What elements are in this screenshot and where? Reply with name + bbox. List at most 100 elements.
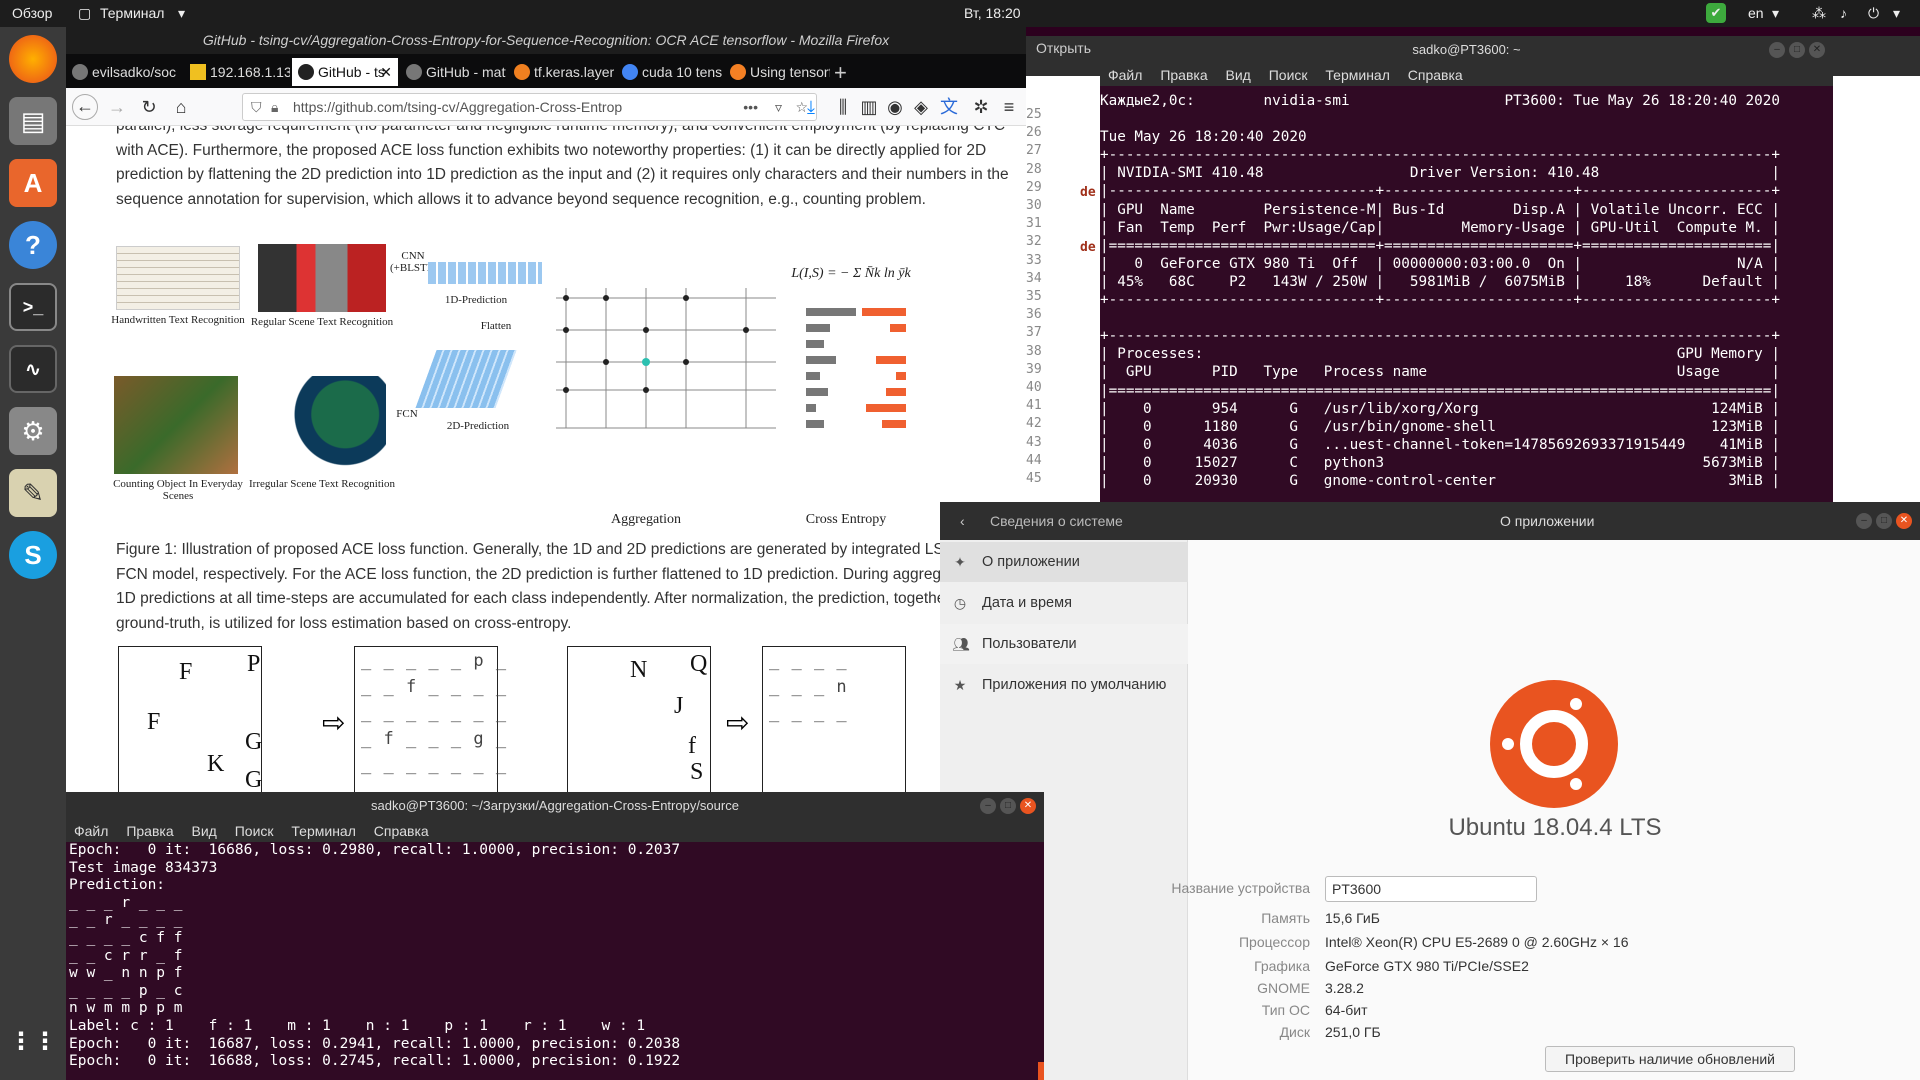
firefox-icon[interactable] [9,35,57,83]
info-label: Память [1261,910,1310,926]
language-indicator[interactable]: en [1748,5,1764,21]
chevron-down-icon[interactable]: ▾ [1893,5,1900,22]
pred-1d-bars [428,262,542,284]
sidebar-item-datetime[interactable]: ◷ Дата и время [940,583,1188,623]
menu-icon[interactable]: ≡ [998,96,1020,118]
page-actions-icon[interactable]: ••• [743,94,758,120]
update-icon[interactable]: ✔ [1706,3,1726,23]
tab-item[interactable]: GitHub - matt [400,58,506,86]
terminal-output[interactable]: Epoch: 0 it: 16686, loss: 0.2980, recall… [69,842,680,1071]
menu-search[interactable]: Поиск [235,820,274,842]
library-icon[interactable]: ⫼ [832,96,854,118]
extension-icon[interactable]: ◈ [910,96,932,118]
account-icon[interactable]: ◉ [884,96,906,118]
reload-icon[interactable]: ↻ [138,96,160,118]
menu-edit[interactable]: Правка [126,820,173,842]
terminal-output[interactable]: Каждые2,0с: nvidia-smi PT3600: Tue May 2… [1100,92,1780,490]
terminal-icon[interactable]: >_ [9,283,57,331]
window-title: sadko@PT3600: ~ [1100,36,1833,64]
navigation-bar: ← → ↻ ⌂ ⛉ 🔒︎ https://github.com/tsing-cv… [66,88,1026,126]
line-number: 42 [1026,416,1042,432]
sidebar-item-users[interactable]: 👥︎ Пользователи [940,624,1188,664]
show-apps-icon[interactable]: ⋮⋮ [9,1017,57,1065]
lock-icon[interactable]: 🔒︎ [271,94,278,120]
app-menu[interactable]: Терминал [100,5,164,21]
menu-file[interactable]: Файл [1108,64,1142,86]
maximize-icon[interactable]: □ [1876,513,1892,529]
url-bar[interactable]: ⛉ 🔒︎ https://github.com/tsing-cv/Aggrega… [242,93,817,121]
terminal-line: | 0 4036 G ...uest-channel-token=1478569… [1100,436,1780,453]
volume-icon[interactable]: ♪ [1840,5,1847,21]
back-icon[interactable]: ← [72,94,98,120]
menu-bar: Файл Правка Вид Поиск Терминал Справка [66,820,1044,842]
tab-item-active[interactable]: GitHub - ts ✕ [292,58,398,86]
menu-terminal[interactable]: Терминал [1325,64,1389,86]
close-icon[interactable]: ✕ [1020,798,1036,814]
maximize-icon[interactable]: □ [1789,42,1805,58]
back-icon[interactable]: ‹ [960,513,965,529]
close-icon[interactable]: ✕ [380,58,392,86]
sidebar-icon[interactable]: ▥ [858,96,880,118]
close-icon[interactable]: ✕ [1896,513,1912,529]
window-controls: – □ ✕ [980,798,1036,814]
line-number: 40 [1026,380,1042,396]
tensorflow-icon [514,64,530,80]
handwritten-image [116,246,240,310]
sidebar-item-about[interactable]: ✦ О приложении [940,542,1188,582]
tab-item[interactable]: 192.168.1.13 [184,58,290,86]
menu-help[interactable]: Справка [374,820,429,842]
skype-icon[interactable]: S [9,531,57,579]
tab-item[interactable]: Using tensorf [724,58,830,86]
cross-entropy-histogram [806,308,906,428]
tab-item[interactable]: evilsadko/soc [66,58,182,86]
software-center-icon[interactable]: A [9,159,57,207]
scrollbar[interactable] [1038,1062,1044,1080]
minimize-icon[interactable]: – [1769,42,1785,58]
check-updates-button[interactable]: Проверить наличие обновлений [1545,1046,1795,1072]
minimize-icon[interactable]: – [1856,513,1872,529]
files-icon[interactable]: ▤ [9,97,57,145]
menu-edit[interactable]: Правка [1160,64,1207,86]
system-monitor-icon[interactable]: ∿ [9,345,57,393]
menu-file[interactable]: Файл [74,820,108,842]
clock[interactable]: Вт, 18:20 [964,5,1021,21]
sidebar-item-default-apps[interactable]: ★ Приложения по умолчанию [940,665,1188,705]
users-icon: 👥︎ [952,636,970,652]
text-editor-icon[interactable]: ✎ [9,469,57,517]
ubuntu-logo-icon [1490,680,1618,808]
shield-icon[interactable]: ⛉ [251,94,262,120]
menu-view[interactable]: Вид [192,820,217,842]
activities-button[interactable]: Обзор [12,5,52,21]
extension-icon[interactable]: ✲ [970,96,992,118]
app-menu-icon[interactable]: ▢ [78,5,91,22]
new-tab-button[interactable]: + [834,60,847,86]
close-icon[interactable]: ✕ [1809,42,1825,58]
terminal-line: | GPU PID Type Process name Usage | [1100,364,1780,381]
info-label: GNOME [1257,980,1310,996]
power-icon[interactable]: ⏻ [1868,5,1879,22]
forward-icon[interactable]: → [106,96,128,118]
device-name-field[interactable] [1325,876,1537,902]
tab-item[interactable]: tf.keras.layer [508,58,614,86]
pocket-icon[interactable]: ▿ [775,94,782,120]
menu-view[interactable]: Вид [1226,64,1251,86]
tab-item[interactable]: cuda 10 tenso [616,58,722,86]
home-icon[interactable]: ⌂ [170,96,192,118]
menu-help[interactable]: Справка [1408,64,1463,86]
open-button[interactable]: Открыть [1036,40,1091,56]
menu-search[interactable]: Поиск [1269,64,1308,86]
help-icon[interactable]: ? [9,221,57,269]
download-icon[interactable]: ⤓ [800,96,822,118]
maximize-icon[interactable]: □ [1000,798,1016,814]
menu-terminal[interactable]: Терминал [291,820,355,842]
fig-label: FCN [396,408,418,420]
terminal-line: Tue May 26 18:20:40 2020 [1100,129,1307,146]
network-icon[interactable]: ⁂ [1812,5,1826,22]
translate-icon[interactable]: 文 [938,96,960,118]
line-numbers: 25 26 27 28 29 30 31 32 33 34 35 36 37 38 39 40 41 42 43 44… [1026,106,1042,488]
irregular-text-image [250,376,386,472]
settings-icon[interactable]: ⚙ [9,407,57,455]
minimize-icon[interactable]: – [980,798,996,814]
figure-caption: Figure 1: Illustration of proposed ACE l… [116,541,1009,632]
star-icon: ✦ [954,554,966,570]
